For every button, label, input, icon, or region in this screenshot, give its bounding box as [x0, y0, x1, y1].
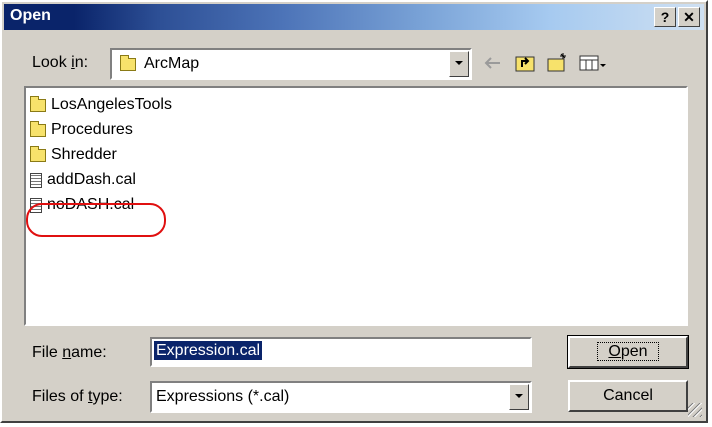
- up-one-level-icon: [515, 56, 535, 72]
- folder-icon: [30, 145, 46, 162]
- look-in-value: ArcMap: [144, 55, 200, 72]
- file-type-label: Files of type:: [32, 388, 123, 405]
- up-one-level-button[interactable]: [514, 52, 536, 74]
- list-item[interactable]: LosAngelesTools: [30, 94, 172, 116]
- help-button[interactable]: ?: [654, 7, 676, 27]
- file-type-value: Expressions (*.cal): [156, 388, 290, 405]
- file-type-dropdown[interactable]: Expressions (*.cal): [150, 381, 532, 413]
- chevron-down-icon[interactable]: [509, 384, 529, 410]
- folder-icon: [120, 55, 136, 71]
- new-folder-button[interactable]: [546, 52, 568, 74]
- folder-icon: [30, 95, 46, 112]
- chevron-down-icon[interactable]: [449, 51, 469, 77]
- view-menu-button[interactable]: [578, 52, 608, 74]
- cancel-button[interactable]: Cancel: [568, 380, 688, 412]
- open-dialog: Open ? ✕ Look in: ArcMap LosAngelesTools…: [0, 0, 708, 423]
- file-name-label: File name:: [32, 344, 107, 361]
- new-folder-icon: [547, 53, 566, 72]
- highlight-circle: [26, 203, 166, 237]
- list-item[interactable]: Procedures: [30, 119, 133, 141]
- file-name-value: Expression.cal: [154, 341, 263, 360]
- title-bar[interactable]: Open ? ✕: [4, 4, 704, 30]
- back-button[interactable]: [482, 52, 504, 74]
- view-menu-icon: [579, 55, 606, 71]
- calculator-file-icon: [30, 172, 42, 188]
- file-name-input[interactable]: Expression.cal: [150, 337, 532, 367]
- list-item[interactable]: addDash.cal: [30, 169, 136, 191]
- window-title: Open: [10, 7, 51, 24]
- close-button[interactable]: ✕: [678, 7, 700, 27]
- resize-grip[interactable]: [688, 403, 702, 417]
- back-arrow-icon: [484, 57, 500, 69]
- list-item[interactable]: Shredder: [30, 144, 117, 166]
- folder-icon: [30, 120, 46, 137]
- look-in-dropdown[interactable]: ArcMap: [110, 48, 472, 80]
- open-button[interactable]: Open: [567, 335, 689, 369]
- close-icon: ✕: [683, 9, 695, 25]
- look-in-label: Look in:: [32, 54, 89, 71]
